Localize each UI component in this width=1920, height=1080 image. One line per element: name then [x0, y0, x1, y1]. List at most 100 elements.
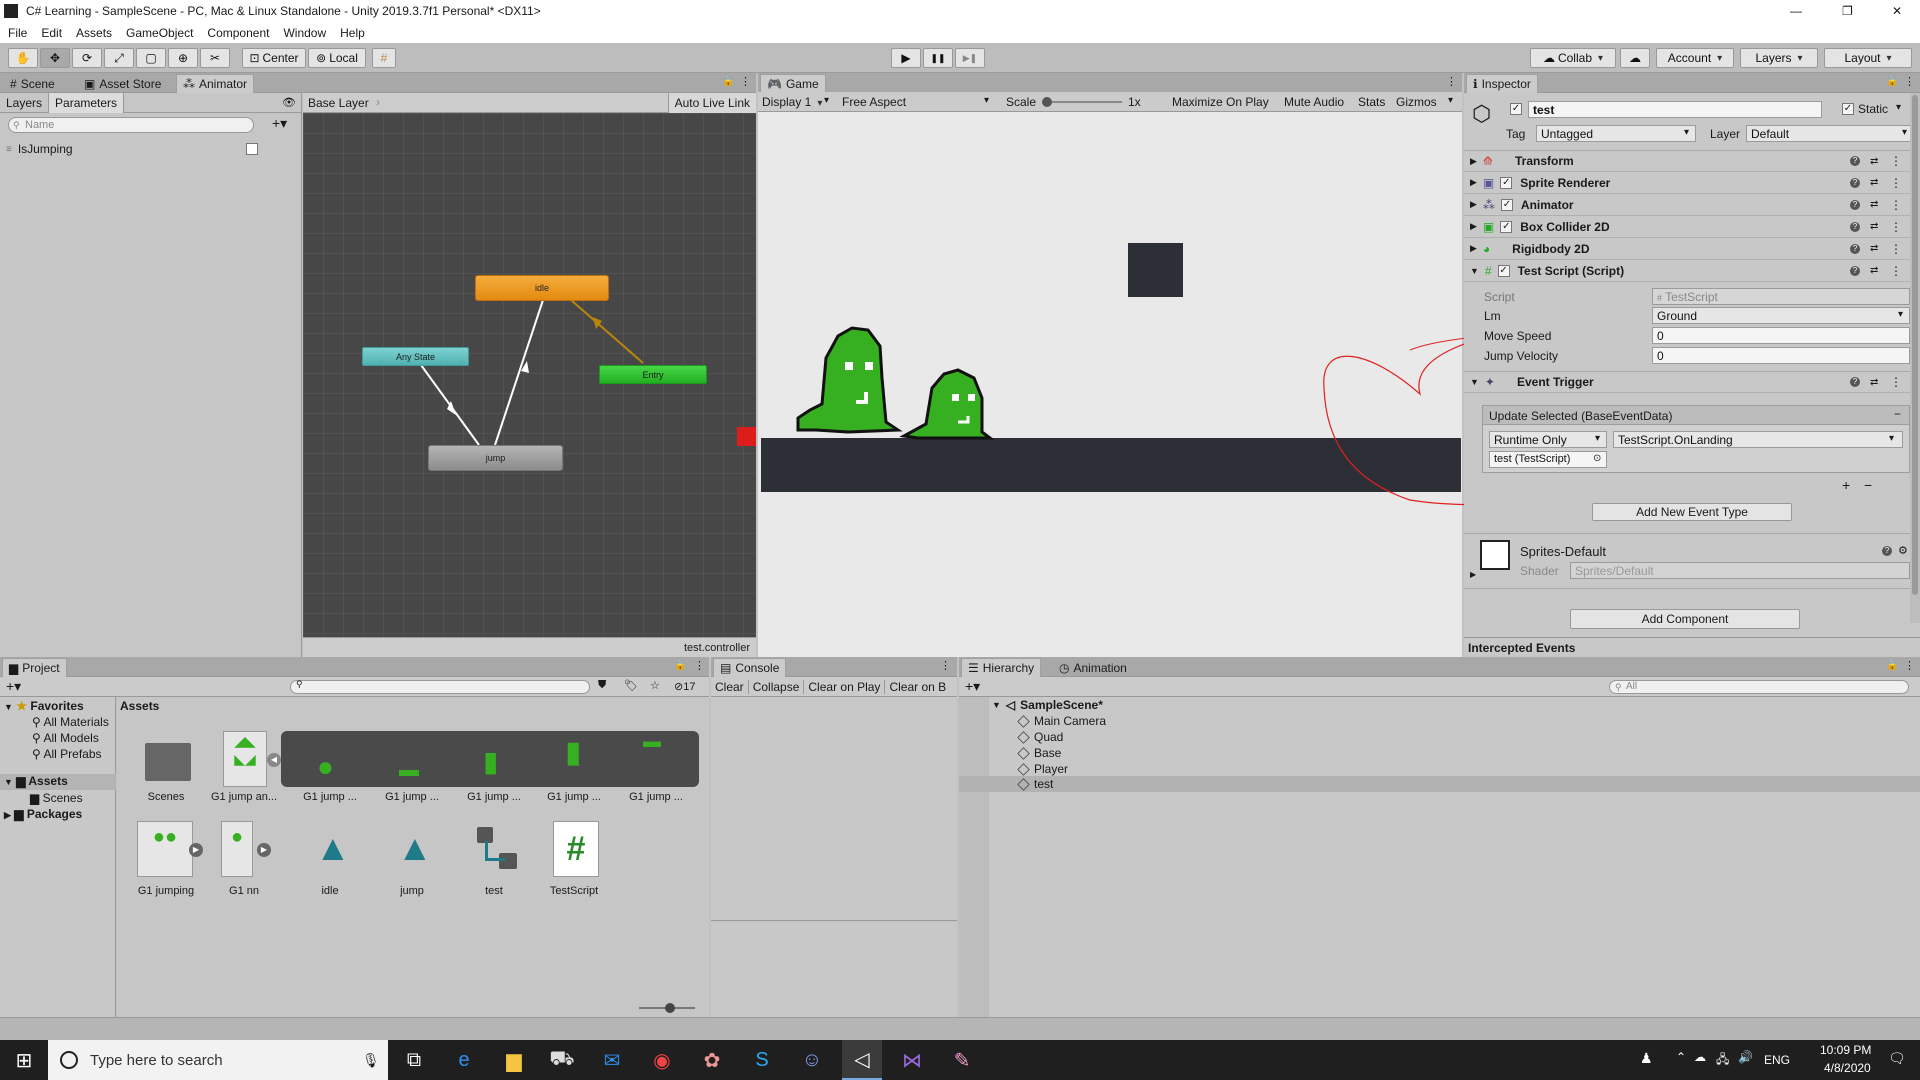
pause-button[interactable]: ❚❚ [923, 48, 953, 68]
sprite-renderer-enabled-checkbox[interactable]: ✓ [1500, 176, 1513, 189]
hierarchy-item-player[interactable]: Player [1017, 762, 1068, 776]
filter-label-icon[interactable]: 🏷 [624, 679, 638, 692]
layer-dropdown[interactable]: Default [1746, 125, 1914, 142]
asset-sprite-1[interactable]: ● G1 jump ... [293, 731, 367, 831]
asset-jump-clip[interactable]: ▲ jump [375, 821, 449, 921]
drag-handle-icon[interactable]: ≡ [6, 144, 12, 155]
console-detail-area[interactable] [711, 922, 957, 1017]
state-jump[interactable]: jump [428, 445, 563, 471]
project-menu-icon[interactable]: ⋮ [694, 659, 705, 672]
expand-sprites-icon[interactable]: ◀ [267, 753, 281, 767]
tab-console[interactable]: ▤ Console [713, 658, 787, 677]
taskbar-app-paint[interactable]: ✿ [692, 1040, 732, 1080]
clock-date[interactable]: 4/8/2020 [1824, 1061, 1871, 1075]
minimize-button[interactable]: — [1790, 4, 1802, 18]
preset-icon[interactable]: ⇄ [1870, 177, 1878, 188]
volume-icon[interactable]: 🔊 [1738, 1050, 1753, 1064]
foldout-icon[interactable]: ▶ [1470, 243, 1477, 254]
asset-test-controller[interactable]: test [457, 821, 531, 921]
component-test-script[interactable]: ▼ # ✓ Test Script (Script) ? ⇄ ⋮ [1464, 260, 1920, 282]
pivot-local-button[interactable]: ⊚ Local [308, 48, 366, 68]
network-icon[interactable]: 🖧 [1716, 1050, 1729, 1071]
taskbar-mail[interactable]: ✉ [592, 1040, 632, 1080]
taskbar-search-box[interactable]: Type here to search 🎙 [48, 1040, 388, 1080]
inspector-scrollbar[interactable] [1910, 93, 1920, 623]
help-icon[interactable]: ? [1850, 377, 1860, 387]
assets-folder[interactable]: ▼ ▆ Assets [0, 774, 116, 790]
start-button[interactable]: ⊞ [4, 1040, 44, 1080]
material-foldout-icon[interactable]: ▶ [1470, 570, 1476, 579]
project-lock-icon[interactable]: 🔒 [674, 660, 686, 671]
menu-gameobject[interactable]: GameObject [126, 26, 193, 40]
menu-help[interactable]: Help [340, 26, 365, 40]
display-dropdown[interactable]: Display 1 [762, 95, 822, 109]
help-icon[interactable]: ? [1850, 199, 1860, 210]
add-component-button[interactable]: Add Component [1570, 609, 1800, 629]
stats-toggle[interactable]: Stats [1358, 95, 1385, 109]
console-clear-button[interactable]: Clear [711, 679, 749, 694]
lock-icon[interactable]: 🔒 [722, 76, 734, 87]
box-collider-enabled-checkbox[interactable]: ✓ [1500, 220, 1513, 233]
taskbar-visual-studio[interactable]: ⋈ [892, 1040, 932, 1080]
preset-icon[interactable]: ⇄ [1870, 199, 1878, 210]
rect-tool-button[interactable]: ▢ [136, 48, 166, 68]
component-menu-icon[interactable]: ⋮ [1890, 198, 1902, 212]
component-menu-icon[interactable]: ⋮ [1890, 264, 1902, 278]
hierarchy-item-main-camera[interactable]: Main Camera [1017, 714, 1106, 728]
filter-type-icon[interactable]: ⛊ [598, 679, 606, 692]
tab-project[interactable]: ▆ Project [2, 658, 67, 677]
runtime-dropdown[interactable]: Runtime Only [1489, 431, 1607, 448]
foldout-icon[interactable]: ▶ [1470, 156, 1477, 167]
asset-scenes[interactable]: Scenes [129, 731, 203, 831]
mute-audio-toggle[interactable]: Mute Audio [1284, 95, 1344, 109]
microphone-icon[interactable]: 🎙 [362, 1052, 380, 1069]
fav-all-materials[interactable]: ⚲ All Materials [32, 715, 109, 729]
parameter-search-input[interactable]: ⚲ Name [8, 117, 254, 133]
asset-g1-nn[interactable]: ● ▶ G1 nn [207, 821, 281, 921]
animator-enabled-checkbox[interactable]: ✓ [1500, 198, 1513, 211]
foldout-open-icon[interactable]: ▼ [1470, 266, 1479, 276]
component-rigidbody[interactable]: ▶ ◕ Rigidbody 2D ? ⇄ ⋮ [1464, 238, 1920, 260]
state-any-state[interactable]: Any State [362, 347, 469, 366]
state-entry[interactable]: Entry [599, 365, 707, 384]
console-clear-on-play-button[interactable]: Clear on Play [804, 679, 886, 694]
preset-icon[interactable]: ⇄ [1870, 243, 1878, 254]
panel-menu-icon[interactable]: ⋮ [740, 75, 751, 88]
component-menu-icon[interactable]: ⋮ [1890, 154, 1902, 168]
pivot-center-button[interactable]: ⊡ Center [242, 48, 306, 68]
hierarchy-item-test[interactable]: test [1017, 777, 1053, 791]
help-icon[interactable]: ? [1850, 177, 1860, 188]
add-parameter-button[interactable]: +▾ [272, 115, 287, 132]
inspector-lock-icon[interactable]: 🔒 [1886, 76, 1898, 87]
menu-component[interactable]: Component [207, 26, 269, 40]
project-create-button[interactable]: +▾ [6, 678, 21, 695]
visibility-eye-icon[interactable]: 👁 [282, 96, 296, 109]
object-name-field[interactable]: test [1528, 101, 1822, 118]
asset-sprite-4[interactable]: ▮ G1 jump ... [537, 731, 611, 831]
active-checkbox[interactable]: ✓ [1510, 103, 1522, 115]
fav-all-models[interactable]: ⚲ All Models [32, 731, 99, 745]
preset-icon[interactable]: ⇄ [1870, 377, 1878, 388]
tab-animator[interactable]: ⁂ Animator [176, 74, 255, 93]
test-script-enabled-checkbox[interactable]: ✓ [1497, 264, 1510, 277]
foldout-open-icon[interactable]: ▼ [1470, 377, 1479, 387]
maximize-on-play-toggle[interactable]: Maximize On Play [1172, 95, 1269, 109]
material-settings-icon[interactable]: ⚙ [1898, 544, 1908, 557]
collab-dropdown[interactable]: ☁ Collab [1530, 48, 1616, 68]
state-exit-marker[interactable] [737, 427, 756, 446]
hierarchy-item-quad[interactable]: Quad [1017, 730, 1063, 744]
scale-slider[interactable] [1042, 97, 1122, 107]
shader-dropdown[interactable]: Sprites/Default [1570, 562, 1910, 579]
hierarchy-menu-icon[interactable]: ⋮ [1904, 659, 1915, 672]
object-picker-icon[interactable]: ⊙ [1593, 453, 1601, 464]
console-menu-icon[interactable]: ⋮ [940, 659, 951, 672]
asset-sprite-5[interactable]: ▬ G1 jump ... [619, 731, 693, 831]
scene-root[interactable]: ▼ ◁ SampleScene* [992, 698, 1103, 712]
aspect-dropdown[interactable]: Free Aspect [842, 95, 906, 109]
move-tool-button[interactable]: ✥ [40, 48, 70, 68]
component-box-collider[interactable]: ▶ ▣ ✓ Box Collider 2D ? ⇄ ⋮ [1464, 216, 1920, 238]
component-menu-icon[interactable]: ⋮ [1890, 375, 1902, 389]
task-view-button[interactable]: ⧉ [394, 1040, 434, 1080]
hierarchy-item-base[interactable]: Base [1017, 746, 1061, 760]
menu-file[interactable]: File [8, 26, 27, 40]
